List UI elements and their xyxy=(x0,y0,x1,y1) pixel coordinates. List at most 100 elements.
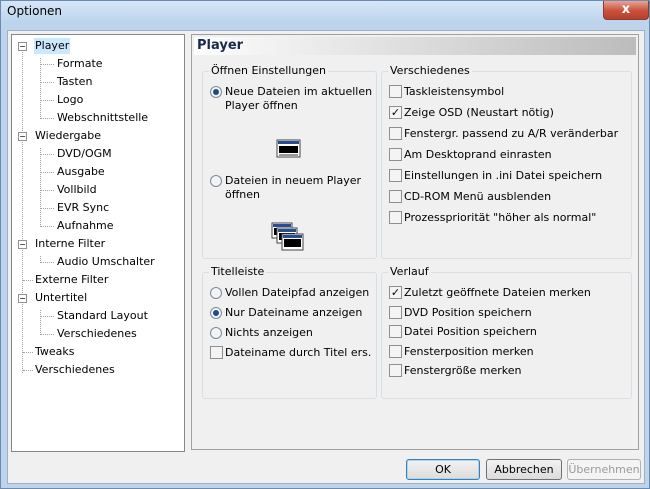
options-window: Optionen x − Player Formate Tasten Logo … xyxy=(0,0,650,489)
tree-line xyxy=(40,334,54,335)
tree-line xyxy=(40,256,41,261)
open-in-current-player-radio[interactable]: Neue Dateien im aktuellen Player öffnen xyxy=(210,85,373,115)
tree-line xyxy=(40,310,41,333)
collapse-icon[interactable]: − xyxy=(18,294,27,303)
radio-dot-icon xyxy=(213,89,219,95)
radio-button[interactable] xyxy=(210,327,222,339)
tree-line xyxy=(23,370,33,371)
radio-label: Neue Dateien im aktuellen xyxy=(225,85,373,98)
page-header: Player xyxy=(194,37,636,55)
window-title: Optionen xyxy=(7,4,63,18)
checkbox[interactable]: ✓ xyxy=(389,286,402,299)
tree-line xyxy=(22,50,23,373)
ok-button[interactable]: OK xyxy=(406,459,480,480)
tree-item-player[interactable]: Player xyxy=(34,38,71,54)
options-tree[interactable]: − Player Formate Tasten Logo Webschnitts… xyxy=(11,34,185,452)
checkbox[interactable] xyxy=(389,306,402,319)
tree-item-untertitel-verschiedenes[interactable]: Verschiedenes xyxy=(56,326,138,342)
checkbox-label: Einstellungen in .ini Datei speichern xyxy=(404,169,603,182)
tree-line xyxy=(40,118,54,119)
tree-item-tweaks[interactable]: Tweaks xyxy=(34,344,76,360)
checkmark-icon: ✓ xyxy=(390,286,401,299)
checkbox-label: Zeige OSD (Neustart nötig) xyxy=(404,106,554,119)
tree-item-evr-sync[interactable]: EVR Sync xyxy=(56,200,110,216)
tree-line xyxy=(40,154,54,155)
tree-line xyxy=(40,226,54,227)
radio-label: Nur Dateiname anzeigen xyxy=(225,306,363,319)
tree-item-ausgabe[interactable]: Ausgabe xyxy=(56,164,106,180)
tree-item-formate[interactable]: Formate xyxy=(56,56,104,72)
tree-line xyxy=(23,280,33,281)
page-title: Player xyxy=(197,38,244,53)
checkbox-label: Prozesspriorität "höher als normal" xyxy=(404,211,597,224)
tree-item-tasten[interactable]: Tasten xyxy=(56,74,93,90)
checkmark-icon: ✓ xyxy=(390,106,401,119)
titlebar-group: Titelleiste Vollen Dateipfad anzeigen Nu… xyxy=(202,265,377,399)
tree-line xyxy=(40,58,41,117)
collapse-icon[interactable]: − xyxy=(18,132,27,141)
apply-button[interactable]: Übernehmen xyxy=(567,459,641,480)
misc-settings-group: Verschiedenes Taskleistensymbol ✓ Zeige … xyxy=(381,64,632,259)
tree-item-wiedergabe[interactable]: Wiedergabe xyxy=(34,128,102,144)
checkbox[interactable] xyxy=(389,211,402,224)
radio-label: Dateien in neuem Player xyxy=(225,174,362,187)
close-icon: x xyxy=(621,2,631,17)
radio-dot-icon xyxy=(213,310,219,316)
collapse-icon[interactable]: − xyxy=(18,42,27,51)
checkbox[interactable] xyxy=(389,325,402,338)
dialog-client: − Player Formate Tasten Logo Webschnitts… xyxy=(7,30,645,484)
tree-item-verschiedenes[interactable]: Verschiedenes xyxy=(34,362,116,378)
tree-line xyxy=(40,64,54,65)
history-group: Verlauf ✓ Zuletzt geöffnete Dateien merk… xyxy=(381,265,632,399)
open-in-new-player-radio[interactable]: Dateien in neuem Player öffnen xyxy=(210,174,370,204)
tree-line xyxy=(40,190,54,191)
checkbox[interactable] xyxy=(389,85,402,98)
tree-item-externe-filter[interactable]: Externe Filter xyxy=(34,272,109,288)
checkbox[interactable] xyxy=(389,148,402,161)
checkbox[interactable] xyxy=(389,169,402,182)
radio-button[interactable] xyxy=(210,86,222,98)
radio-button[interactable] xyxy=(210,175,222,187)
tree-item-untertitel[interactable]: Untertitel xyxy=(34,290,88,306)
checkbox-label: Taskleistensymbol xyxy=(404,85,505,98)
checkbox-label: Fenstergr. passend zu A/R veränderbar xyxy=(404,127,619,140)
cancel-button[interactable]: Abbrechen xyxy=(486,459,562,480)
checkbox-label: Fenstergröße merken xyxy=(404,364,522,377)
tree-item-dvd-ogm[interactable]: DVD/OGM xyxy=(56,146,113,162)
checkbox[interactable] xyxy=(389,190,402,203)
collapse-icon[interactable]: − xyxy=(18,240,27,249)
checkbox[interactable] xyxy=(389,345,402,358)
tree-item-audio-umschalter[interactable]: Audio Umschalter xyxy=(56,254,156,270)
checkbox-label: Am Desktoprand einrasten xyxy=(404,148,552,161)
checkbox-label: Dateiname durch Titel ers. xyxy=(225,346,372,359)
tree-item-logo[interactable]: Logo xyxy=(56,92,84,108)
tree-line xyxy=(40,100,54,101)
close-button[interactable]: x xyxy=(603,1,649,20)
open-settings-group: Öffnen Einstellungen Neue Dateien im akt… xyxy=(202,64,377,259)
checkbox-label: DVD Position speichern xyxy=(404,306,532,319)
tree-line xyxy=(40,148,41,225)
checkbox[interactable] xyxy=(389,127,402,140)
group-title: Verlauf xyxy=(388,265,431,278)
tree-line xyxy=(40,262,54,263)
group-title: Öffnen Einstellungen xyxy=(209,64,329,77)
radio-label: öffnen xyxy=(225,188,261,201)
checkbox-label: CD-ROM Menü ausblenden xyxy=(404,190,552,203)
tree-line xyxy=(40,316,54,317)
tree-line xyxy=(40,82,54,83)
group-title: Titelleiste xyxy=(209,265,267,278)
tree-line xyxy=(40,208,54,209)
radio-button[interactable] xyxy=(210,287,222,299)
checkbox[interactable]: ✓ xyxy=(389,106,402,119)
tree-item-interne-filter[interactable]: Interne Filter xyxy=(34,236,106,252)
group-title: Verschiedenes xyxy=(388,64,472,77)
tree-item-standard-layout[interactable]: Standard Layout xyxy=(56,308,149,324)
checkbox[interactable] xyxy=(210,346,223,359)
tree-item-aufnahme[interactable]: Aufnahme xyxy=(56,218,115,234)
tree-item-webschnittstelle[interactable]: Webschnittstelle xyxy=(56,110,149,126)
tree-item-vollbild[interactable]: Vollbild xyxy=(56,182,98,198)
radio-button[interactable] xyxy=(210,307,222,319)
checkbox-label: Zuletzt geöffnete Dateien merken xyxy=(404,286,591,299)
checkbox[interactable] xyxy=(389,364,402,377)
multiple-players-icon xyxy=(271,222,304,251)
